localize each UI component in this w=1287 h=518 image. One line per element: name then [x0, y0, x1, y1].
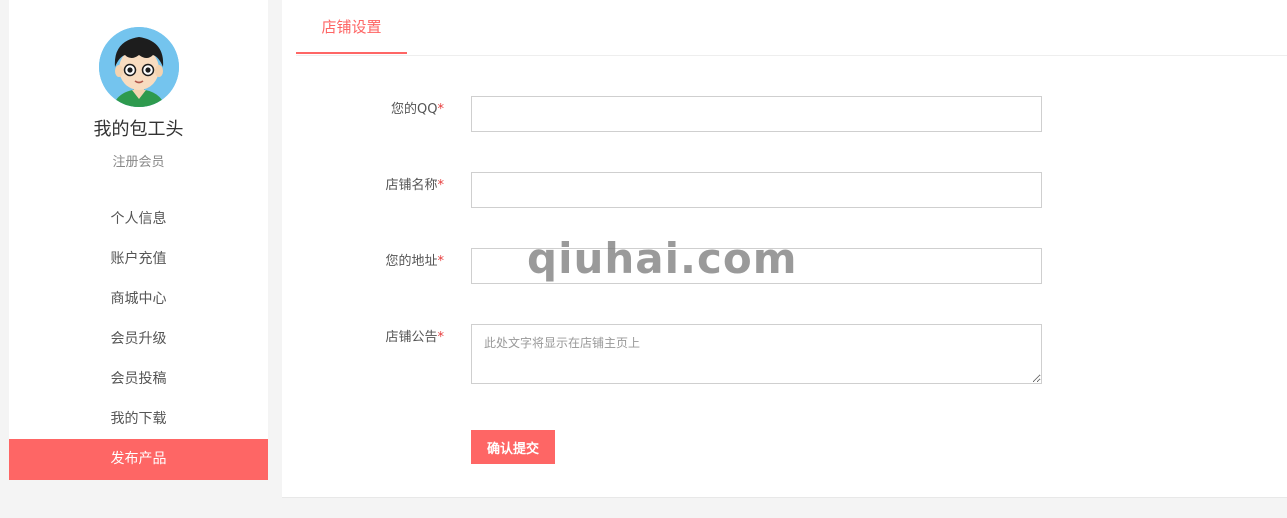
sidebar-item-upgrade[interactable]: 会员升级	[9, 319, 268, 359]
sidebar: 我的包工头 注册会员 个人信息 账户充值 商城中心 会员升级 会员投稿 我的下载…	[9, 0, 268, 480]
username: 我的包工头	[93, 119, 184, 140]
user-avatar[interactable]	[99, 27, 179, 107]
sidebar-item-profile[interactable]: 个人信息	[9, 199, 268, 239]
sidebar-item-publish-product[interactable]: 发布产品	[9, 439, 268, 480]
shop-name-label: 店铺名称*	[385, 178, 445, 193]
sidebar-item-contribute[interactable]: 会员投稿	[9, 359, 268, 399]
cartoon-boy-avatar-icon	[99, 27, 179, 107]
sidebar-item-mall[interactable]: 商城中心	[9, 279, 268, 319]
tab-shop-settings[interactable]: 店铺设置	[296, 0, 407, 54]
address-input[interactable]	[471, 248, 1042, 284]
sidebar-menu: 个人信息 账户充值 商城中心 会员升级 会员投稿 我的下载 发布产品	[9, 199, 268, 480]
sidebar-item-recharge[interactable]: 账户充值	[9, 239, 268, 279]
notice-label: 店铺公告*	[385, 330, 445, 345]
required-mark: *	[437, 102, 445, 117]
shop-notice-textarea[interactable]	[471, 324, 1042, 384]
confirm-submit-button[interactable]: 确认提交	[471, 430, 555, 464]
qq-input[interactable]	[471, 96, 1042, 132]
address-label: 您的地址*	[385, 254, 445, 269]
sidebar-item-downloads[interactable]: 我的下载	[9, 399, 268, 439]
required-mark: *	[437, 254, 445, 269]
required-mark: *	[437, 178, 445, 193]
main-panel: 店铺设置 您的QQ* 店铺名称* 您的地址* 店铺公告* 确认提交	[282, 0, 1287, 498]
shop-name-input[interactable]	[471, 172, 1042, 208]
user-role: 注册会员	[112, 155, 165, 170]
tab-label: 店铺设置	[321, 18, 382, 36]
qq-label: 您的QQ*	[391, 102, 445, 117]
tab-bar: 店铺设置	[296, 0, 1287, 56]
required-mark: *	[437, 330, 445, 345]
